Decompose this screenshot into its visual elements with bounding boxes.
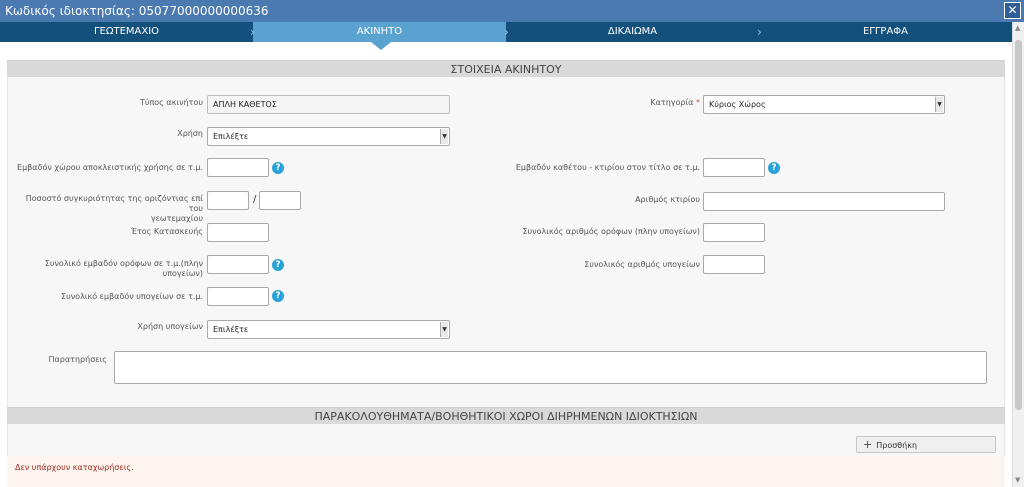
chevron-right-icon: ›	[504, 25, 509, 39]
building-number-input[interactable]	[703, 192, 945, 211]
total-floor-area-input[interactable]	[207, 255, 269, 274]
percentage-label: Ποσοστό συγκυριότητας της οριζόντιας επί…	[25, 194, 203, 223]
fraction-separator: /	[253, 194, 257, 205]
chevron-down-icon: ▼	[935, 97, 943, 112]
total-floor-area-label: Συνολικό εμβαδόν ορόφων σε τ.μ.(πλην υπο…	[44, 259, 203, 278]
window-titlebar: Κωδικός ιδιοκτησίας: 05077000000000636	[0, 0, 1024, 22]
remarks-textarea[interactable]	[114, 351, 987, 384]
exclusive-area-input[interactable]	[207, 158, 269, 177]
use-select[interactable]: Επιλέξτε ▼	[207, 127, 450, 146]
active-step-pointer	[371, 42, 391, 50]
total-floors-label: Συνολικός αριθμός ορόφων (πλην υπογείων)	[522, 227, 700, 236]
scroll-down-icon[interactable]: ▼	[1015, 476, 1020, 484]
property-type-field: ΑΠΛΗ ΚΑΘΕΤΟΣ	[207, 95, 450, 114]
chevron-down-icon: ▼	[440, 322, 448, 337]
wizard-steps: ΓΕΩΤΕΜΑΧΙΟ ΑΚΙΝΗΤΟ ΔΙΚΑΙΩΜΑ ΕΓΓΡΑΦΑ › › …	[0, 22, 1012, 42]
tab-dikaioma[interactable]: ΔΙΚΑΙΩΜΑ	[506, 22, 759, 42]
building-number-label: Αριθμός κτιρίου	[635, 195, 700, 204]
exclusive-area-label: Εμβαδόν χώρου αποκλειστικής χρήσης σε τ.…	[17, 163, 203, 172]
annex-list	[7, 456, 1005, 487]
section-title-property: ΣΤΟΙΧΕΙΑ ΑΚΙΝΗΤΟΥ	[7, 60, 1005, 77]
section-title-annexes: ΠΑΡΑΚΟΛΟΥΘΗΜΑΤΑ/ΒΟΗΘΗΤΙΚΟΙ ΧΩΡΟΙ ΔΙΗΡΗΜΕ…	[7, 407, 1005, 424]
use-label: Χρήση	[177, 129, 203, 138]
construction-year-input[interactable]	[207, 223, 269, 242]
total-floors-input[interactable]	[703, 223, 765, 242]
percentage-denominator-input[interactable]	[259, 191, 301, 210]
total-basements-label: Συνολικός αριθμός υπογείων	[584, 260, 700, 269]
chevron-right-icon: ›	[757, 25, 762, 39]
plus-icon: +	[863, 438, 873, 451]
help-icon[interactable]: ?	[272, 259, 284, 271]
close-icon: ✕	[1007, 3, 1018, 17]
help-icon[interactable]: ?	[768, 162, 780, 174]
chevron-down-icon: ▼	[440, 129, 448, 144]
basement-use-select[interactable]: Επιλέξτε ▼	[207, 320, 450, 339]
construction-year-label: Έτος Κατασκευής	[130, 227, 203, 236]
category-select[interactable]: Κύριος Χώρος ▼	[703, 95, 945, 114]
tab-geotemaxio[interactable]: ΓΕΩΤΕΜΑΧΙΟ	[0, 22, 253, 42]
tab-akinito[interactable]: ΑΚΙΝΗΤΟ	[253, 22, 506, 42]
close-button[interactable]: ✕	[1004, 2, 1021, 19]
vertical-area-label: Εμβαδόν καθέτου - κτιρίου στον τίτλο σε …	[515, 163, 700, 172]
category-label: Κατηγορία *	[650, 98, 700, 107]
help-icon[interactable]: ?	[272, 162, 284, 174]
scroll-up-icon[interactable]: ▲	[1015, 24, 1020, 32]
scroll-thumb[interactable]	[1015, 40, 1022, 410]
percentage-numerator-input[interactable]	[207, 191, 249, 210]
vertical-scrollbar[interactable]: ▲ ▼	[1012, 22, 1024, 487]
total-basements-input[interactable]	[703, 255, 765, 274]
basement-area-label: Συνολικό εμβαδόν υπογείων σε τ.μ.	[61, 292, 203, 301]
window-title: Κωδικός ιδιοκτησίας: 05077000000000636	[5, 4, 269, 18]
add-annex-button[interactable]: +Προσθήκη Παρακολουθήματος	[856, 436, 996, 465]
tab-eggrafa[interactable]: ΕΓΓΡΑΦΑ	[759, 22, 1012, 42]
basement-use-label: Χρήση υπογείων	[137, 322, 203, 331]
help-icon[interactable]: ?	[272, 290, 284, 302]
property-type-label: Τύπος ακινήτου	[139, 98, 203, 107]
vertical-area-input[interactable]	[703, 158, 765, 177]
required-mark: *	[696, 98, 700, 107]
basement-area-input[interactable]	[207, 287, 269, 306]
chevron-right-icon: ›	[250, 25, 255, 39]
remarks-label: Παρατηρήσεις	[48, 355, 107, 364]
empty-list-message: Δεν υπάρχουν καταχωρήσεις.	[15, 463, 134, 472]
